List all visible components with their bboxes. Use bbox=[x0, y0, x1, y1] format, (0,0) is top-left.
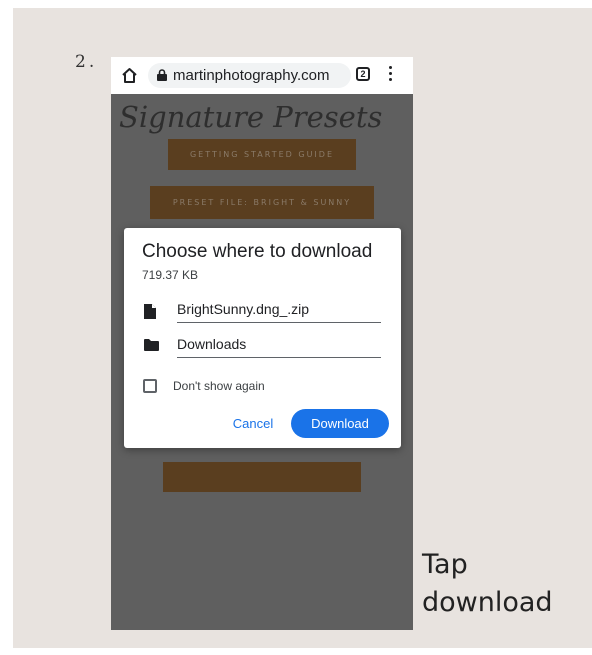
home-icon[interactable] bbox=[121, 67, 138, 84]
browser-url-bar: martinphotography.com 2 bbox=[111, 57, 413, 94]
dialog-title: Choose where to download bbox=[142, 241, 373, 262]
dont-show-again-checkbox[interactable] bbox=[143, 379, 157, 393]
download-dialog: Choose where to download 719.37 KB Brigh… bbox=[124, 228, 401, 448]
obscured-page-button[interactable] bbox=[163, 462, 361, 492]
dont-show-again-label: Don't show again bbox=[173, 379, 265, 393]
file-size: 719.37 KB bbox=[142, 268, 199, 282]
file-icon bbox=[144, 304, 156, 319]
address-field[interactable]: martinphotography.com bbox=[148, 63, 351, 88]
cancel-button[interactable]: Cancel bbox=[224, 410, 282, 438]
more-vert-icon[interactable] bbox=[387, 66, 393, 84]
filename-field[interactable]: BrightSunny.dng_.zip bbox=[177, 301, 381, 323]
step-number: 2. bbox=[75, 52, 98, 72]
tab-switcher-icon[interactable]: 2 bbox=[356, 67, 370, 81]
url-text: martinphotography.com bbox=[173, 67, 330, 84]
getting-started-guide-button[interactable]: GETTING STARTED GUIDE bbox=[168, 139, 356, 170]
folder-icon bbox=[144, 339, 159, 351]
caption-line-2: download bbox=[422, 587, 553, 618]
download-button[interactable]: Download bbox=[291, 409, 389, 438]
instruction-caption: Tap download bbox=[422, 546, 592, 622]
lock-icon bbox=[157, 69, 167, 81]
caption-line-1: Tap bbox=[422, 549, 468, 580]
preset-file-button[interactable]: PRESET FILE: BRIGHT & SUNNY bbox=[150, 186, 374, 219]
page-heading: Signature Presets bbox=[119, 100, 383, 134]
download-location-field[interactable]: Downloads bbox=[177, 336, 381, 358]
